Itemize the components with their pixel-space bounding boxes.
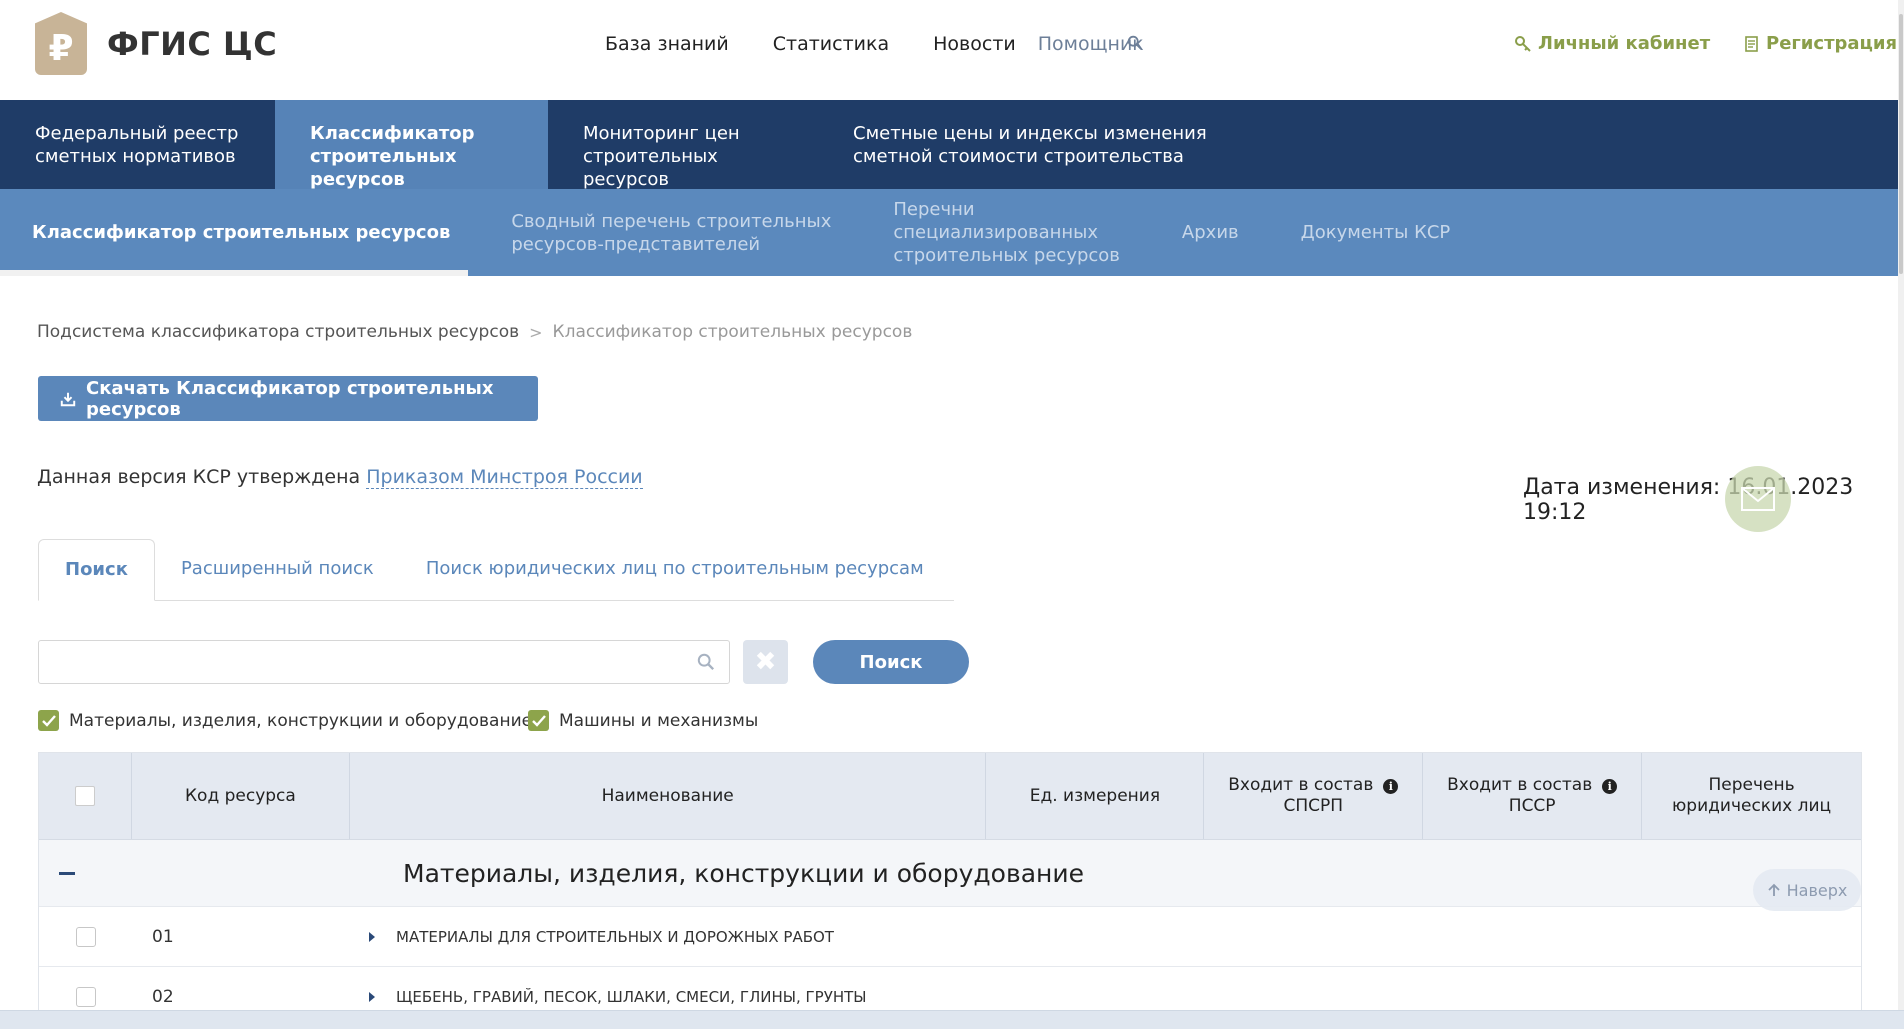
- tab-legal-entity-search[interactable]: Поиск юридических лиц по строительным ре…: [400, 539, 950, 600]
- tab-advanced-search[interactable]: Расширенный поиск: [155, 539, 400, 600]
- top-header: ₽ ФГИС ЦС База знаний Статистика Новости…: [0, 0, 1904, 100]
- filter-machines[interactable]: Машины и механизмы: [528, 710, 758, 731]
- register-label: Регистрация: [1766, 33, 1898, 54]
- header-select-all: [39, 753, 132, 839]
- sub-tab-ksr-documents[interactable]: Документы КСР: [1301, 221, 1451, 244]
- nav-statistics[interactable]: Статистика: [773, 33, 889, 55]
- sub-tab-archive[interactable]: Архив: [1182, 221, 1239, 244]
- main-nav: Федеральный реестр сметных нормативов Кл…: [0, 100, 1898, 190]
- download-icon: [60, 392, 76, 406]
- filter-materials[interactable]: Материалы, изделия, конструкции и оборуд…: [38, 710, 532, 731]
- row-code: 02: [152, 986, 174, 1007]
- approved-text: Данная версия КСР утверждена Приказом Ми…: [37, 466, 643, 489]
- checkbox-checked-icon[interactable]: [38, 710, 59, 731]
- ministry-order-link[interactable]: Приказом Минстроя России: [366, 466, 643, 489]
- breadcrumb-parent[interactable]: Подсистема классификатора строительных р…: [37, 322, 519, 342]
- search-tabs: Поиск Расширенный поиск Поиск юридически…: [38, 539, 954, 601]
- nav-news[interactable]: Новости: [933, 33, 1016, 55]
- info-icon[interactable]: i: [1383, 779, 1399, 794]
- back-to-top-button[interactable]: Наверх: [1753, 869, 1861, 911]
- os-taskbar: [0, 1010, 1904, 1029]
- scrollbar-thumb[interactable]: [1899, 14, 1903, 274]
- row-name[interactable]: ЩЕБЕНЬ, ГРАВИЙ, ПЕСОК, ШЛАКИ, СМЕСИ, ГЛИ…: [396, 988, 867, 1006]
- group-row-materials: Материалы, изделия, конструкции и оборуд…: [39, 840, 1861, 907]
- sub-tab-summary-list[interactable]: Сводный перечень строительных ресурсов-п…: [511, 210, 831, 256]
- main-tab-federal-registry[interactable]: Федеральный реестр сметных нормативов: [0, 100, 275, 189]
- search-icon: [697, 653, 715, 671]
- download-label: Скачать Классификатор строительных ресур…: [86, 377, 494, 420]
- search-input[interactable]: [39, 641, 679, 683]
- sub-tab-special-lists[interactable]: Перечни специализированных строительных …: [893, 198, 1120, 267]
- search-button[interactable]: Поиск: [813, 640, 969, 684]
- account-label: Личный кабинет: [1538, 33, 1711, 54]
- register-link[interactable]: Регистрация: [1744, 33, 1897, 54]
- arrow-up-icon: [1767, 883, 1780, 896]
- collapse-icon[interactable]: [59, 871, 75, 875]
- row-code: 01: [152, 926, 174, 947]
- row-checkbox[interactable]: [76, 926, 96, 947]
- main-tab-price-monitoring[interactable]: Мониторинг цен строительных ресурсов: [548, 100, 818, 190]
- header-name[interactable]: Наименование: [350, 753, 987, 839]
- search-field-wrapper: [38, 640, 730, 684]
- logo[interactable]: ₽ ФГИС ЦС: [35, 12, 277, 75]
- breadcrumb-current: Классификатор строительных ресурсов: [552, 322, 913, 342]
- table-header: Код ресурса Наименование Ед. измерения В…: [39, 753, 1861, 840]
- header-pssr[interactable]: Входит в состав i ПССР: [1423, 753, 1643, 839]
- expand-arrow-icon[interactable]: [369, 991, 375, 1002]
- download-classifier-button[interactable]: Скачать Классификатор строительных ресур…: [38, 376, 538, 421]
- envelope-icon: [1741, 487, 1775, 511]
- feedback-mail-button[interactable]: [1725, 466, 1791, 532]
- ruble-logo-icon: ₽: [35, 12, 87, 75]
- checkbox-checked-icon[interactable]: [528, 710, 549, 731]
- tab-search[interactable]: Поиск: [38, 539, 155, 601]
- filter-materials-label: Материалы, изделия, конструкции и оборуд…: [69, 710, 533, 731]
- table-row[interactable]: 01 МАТЕРИАЛЫ ДЛЯ СТРОИТЕЛЬНЫХ И ДОРОЖНЫХ…: [39, 907, 1861, 967]
- main-tab-classifier[interactable]: Классификатор строительных ресурсов: [275, 100, 548, 190]
- search-icon[interactable]: [1126, 34, 1144, 52]
- header-spsrp[interactable]: Входит в состав i СПСРП: [1204, 753, 1424, 839]
- sub-tab-classifier[interactable]: Классификатор строительных ресурсов: [0, 189, 469, 276]
- main-tab-estimate-prices[interactable]: Сметные цены и индексы изменения сметной…: [818, 100, 1242, 189]
- expand-arrow-icon[interactable]: [369, 931, 375, 942]
- info-icon[interactable]: i: [1602, 779, 1618, 794]
- top-nav: База знаний Статистика Новости Помощник: [605, 33, 1144, 55]
- document-edit-icon: [1745, 35, 1758, 52]
- clear-search-button[interactable]: ✖: [743, 640, 788, 684]
- row-name[interactable]: МАТЕРИАЛЫ ДЛЯ СТРОИТЕЛЬНЫХ И ДОРОЖНЫХ РА…: [396, 928, 834, 946]
- sub-nav: Классификатор строительных ресурсов Свод…: [0, 189, 1898, 276]
- logo-text: ФГИС ЦС: [107, 24, 278, 63]
- filter-machines-label: Машины и механизмы: [559, 710, 759, 731]
- header-legal-entities[interactable]: Перечень юридических лиц: [1642, 753, 1861, 839]
- nav-knowledge-base[interactable]: База знаний: [605, 33, 729, 55]
- group-title: Материалы, изделия, конструкции и оборуд…: [403, 858, 1084, 888]
- breadcrumb: Подсистема классификатора строительных р…: [37, 322, 912, 342]
- column-menu-icon[interactable]: [1860, 779, 1861, 797]
- row-checkbox[interactable]: [76, 986, 96, 1007]
- resources-table: Код ресурса Наименование Ед. измерения В…: [38, 752, 1862, 1012]
- header-code[interactable]: Код ресурса: [132, 753, 350, 839]
- header-unit[interactable]: Ед. измерения: [986, 753, 1205, 839]
- table-row[interactable]: 02 ЩЕБЕНЬ, ГРАВИЙ, ПЕСОК, ШЛАКИ, СМЕСИ, …: [39, 967, 1861, 1011]
- key-icon: [1515, 35, 1531, 52]
- select-all-checkbox[interactable]: [74, 786, 95, 806]
- account-link[interactable]: Личный кабинет: [1514, 33, 1710, 54]
- change-date: Дата изменения: 16.01.2023 19:12: [1523, 475, 1854, 525]
- breadcrumb-separator-icon: >: [529, 322, 543, 342]
